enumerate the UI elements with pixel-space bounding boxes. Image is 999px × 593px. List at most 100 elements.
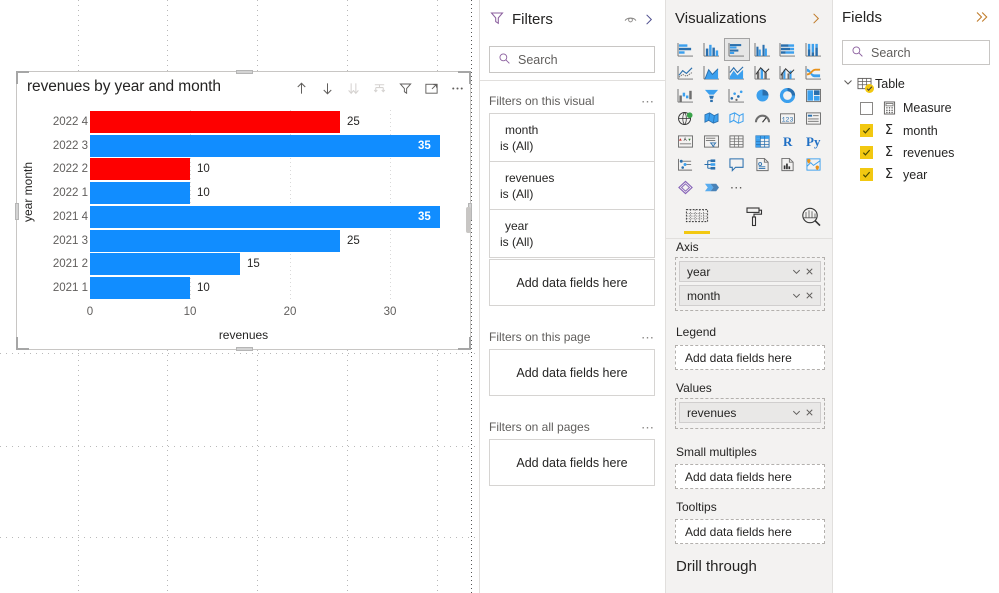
field-pill-year[interactable]: year [679,261,821,282]
well-axis[interactable]: year month [675,257,825,311]
field-checkbox[interactable] [860,101,873,115]
area-chart-icon[interactable] [699,61,725,84]
stacked-bar-chart-icon[interactable] [673,38,699,61]
hide-filters-icon[interactable] [621,10,639,28]
bar-chart-visual[interactable]: revenues by year and month year month 20… [15,70,472,351]
focus-mode-icon[interactable] [423,79,439,97]
well-small-multiples[interactable]: Add data fields here [675,464,825,489]
filters-pane-scrollbar[interactable] [466,207,471,233]
collapse-fields-double-chevron-right-icon[interactable] [973,8,991,26]
bar[interactable] [90,110,340,133]
donut-chart-icon[interactable] [775,84,801,107]
qna-icon[interactable] [724,153,750,176]
filters-section-menu-all-pages[interactable]: ⋯ [641,421,654,434]
clustered-bar-chart-icon[interactable] [724,38,750,61]
bar-row[interactable]: 25 [90,229,470,252]
smart-narrative-icon[interactable] [750,153,776,176]
decomposition-tree-icon[interactable] [699,153,725,176]
field-pill-month[interactable]: month [679,285,821,306]
bar[interactable] [90,182,190,205]
key-influencers-icon[interactable] [673,153,699,176]
bar-row[interactable]: 10 [90,277,470,300]
chevron-down-icon[interactable] [790,265,803,278]
filled-map-icon[interactable] [699,107,725,130]
drill-down-icon[interactable] [319,79,335,97]
100-percent-stacked-bar-chart-icon[interactable] [775,38,801,61]
bar[interactable] [90,253,240,276]
filters-search-box[interactable]: Search [489,46,655,73]
field-checkbox[interactable] [860,168,873,181]
close-icon[interactable] [803,289,816,302]
kpi-icon[interactable]: A [673,130,699,153]
close-icon[interactable] [803,406,816,419]
filter-card-year[interactable]: year is (All) [489,209,655,258]
filters-section-menu-page[interactable]: ⋯ [641,331,654,344]
slicer-icon[interactable] [699,130,725,153]
table-icon[interactable] [724,130,750,153]
get-more-visuals-icon[interactable]: ⋯ [724,176,750,199]
filter-card-month[interactable]: month is (All) [489,113,655,162]
filter-card-revenues[interactable]: revenues is (All) [489,161,655,210]
stacked-column-chart-icon[interactable] [699,38,725,61]
r-script-visual-icon[interactable]: R [775,130,801,153]
resize-handle-bottom[interactable] [236,347,253,351]
field-item-month[interactable]: Σ month [860,123,938,138]
bar[interactable] [90,277,190,300]
expand-all-icon[interactable] [345,79,361,97]
funnel-chart-icon[interactable] [699,84,725,107]
resize-handle-top[interactable] [236,70,253,74]
resize-handle-top-right[interactable] [458,71,471,84]
power-apps-icon[interactable] [673,176,699,199]
report-canvas[interactable]: revenues by year and month year month 20… [0,0,479,593]
shape-map-icon[interactable] [724,107,750,130]
map-icon[interactable] [673,107,699,130]
resize-handle-bottom-left[interactable] [16,337,29,350]
bar-row[interactable]: 15 [90,253,470,276]
pie-chart-icon[interactable] [750,84,776,107]
bar[interactable] [90,229,340,252]
analytics-magnifier-tab[interactable] [796,200,826,234]
arcgis-maps-icon[interactable] [801,153,827,176]
bar[interactable] [90,158,190,181]
matrix-icon[interactable] [750,130,776,153]
scatter-chart-icon[interactable] [724,84,750,107]
visualization-type-gallery[interactable]: 123 A R Py ⋯ [673,38,826,199]
line-and-clustered-column-chart-icon[interactable] [775,61,801,84]
field-item-year[interactable]: Σ year [860,167,927,182]
well-values[interactable]: revenues [675,398,825,429]
format-paint-roller-tab[interactable] [739,200,769,234]
bar-row[interactable]: 10 [90,182,470,205]
bar[interactable] [90,134,440,157]
drill-up-icon[interactable] [293,79,309,97]
field-item-revenues[interactable]: Σ revenues [860,145,954,160]
filters-section-menu-visual[interactable]: ⋯ [641,95,654,108]
100-percent-stacked-column-chart-icon[interactable] [801,38,827,61]
field-pill-revenues[interactable]: revenues [679,402,821,423]
filter-dropzone-all-pages[interactable]: Add data fields here [489,439,655,486]
bar-row[interactable]: 35 [90,205,470,228]
chevron-down-icon[interactable] [790,406,803,419]
line-and-stacked-column-chart-icon[interactable] [750,61,776,84]
filter-dropzone-visual[interactable]: Add data fields here [489,259,655,306]
fields-search-box[interactable]: Search [842,40,990,65]
fields-table-node[interactable]: Table [842,76,905,93]
bars-container[interactable]: 25 35 10 10 35 25 15 10 0 10 20 30 [87,110,470,318]
gauge-icon[interactable] [750,107,776,130]
chevron-down-icon[interactable] [790,289,803,302]
collapse-filters-chevron-right-icon[interactable] [639,10,657,28]
field-checkbox[interactable] [860,146,873,159]
collapse-visualizations-chevron-right-icon[interactable] [806,9,824,27]
waterfall-chart-icon[interactable] [673,84,699,107]
multi-row-card-icon[interactable] [801,107,827,130]
stacked-area-chart-icon[interactable] [724,61,750,84]
python-visual-icon[interactable]: Py [801,130,827,153]
clustered-column-chart-icon[interactable] [750,38,776,61]
field-checkbox[interactable] [860,124,873,137]
bar[interactable] [90,205,440,228]
treemap-icon[interactable] [801,84,827,107]
resize-handle-bottom-right[interactable] [458,337,471,350]
filter-icon[interactable] [397,79,413,97]
paginated-report-icon[interactable] [775,153,801,176]
bar-row[interactable]: 25 [90,110,470,133]
field-item-measure[interactable]: Measure [860,101,952,115]
